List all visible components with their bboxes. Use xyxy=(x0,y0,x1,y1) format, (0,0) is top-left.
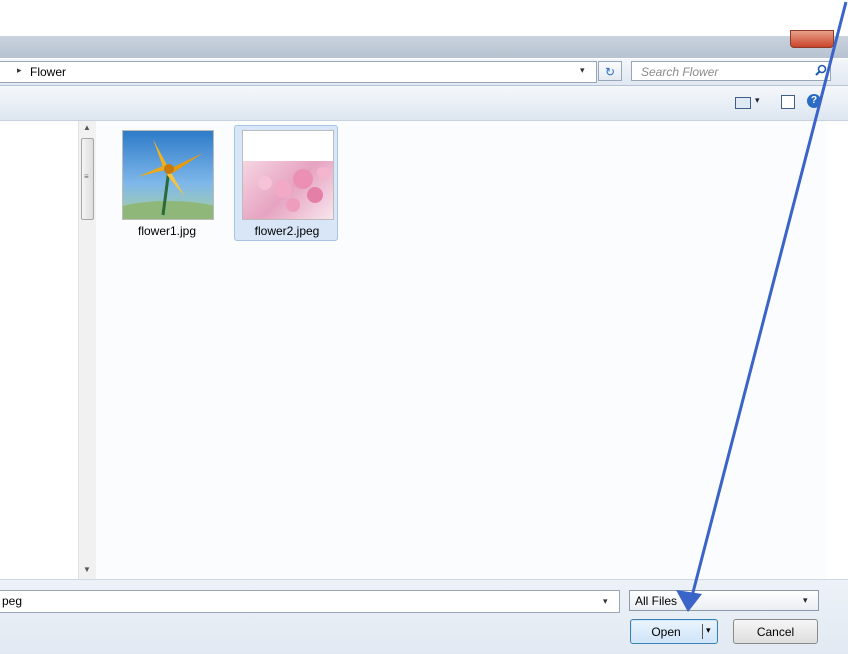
file-item-flower2[interactable]: flower2.jpeg xyxy=(234,125,338,241)
views-icon[interactable] xyxy=(735,97,751,109)
filename-value: peg xyxy=(2,594,23,608)
scroll-thumb[interactable]: ≡ xyxy=(81,138,94,220)
path-dropdown-icon[interactable]: ▾ xyxy=(580,65,585,76)
breadcrumb-arrow-icon[interactable]: ▸ xyxy=(17,65,22,76)
navigation-pane[interactable] xyxy=(0,121,78,579)
address-bar: ▸ Flower ▾ ↻ Search Flower xyxy=(0,59,848,86)
preview-pane-icon[interactable] xyxy=(781,95,795,109)
filename-field[interactable]: peg ▾ xyxy=(0,590,620,613)
scroll-down-icon[interactable]: ▼ xyxy=(83,565,91,574)
window-titlebar xyxy=(0,0,848,58)
file-name: flower1.jpg xyxy=(137,224,197,238)
file-thumbnail xyxy=(122,130,214,220)
filetype-dropdown-icon[interactable]: ▾ xyxy=(803,595,808,606)
cherry-blossom-image xyxy=(243,161,333,219)
open-button[interactable]: Open ▾ xyxy=(630,619,718,644)
magnifier-glyph xyxy=(815,64,827,76)
blossom-shapes xyxy=(258,167,329,212)
file-name: flower2.jpeg xyxy=(254,224,320,238)
search-placeholder: Search Flower xyxy=(641,65,719,79)
navigation-scrollbar[interactable]: ▲ ≡ ▼ xyxy=(78,121,97,579)
dialog-footer: peg ▾ All Files ▾ Open ▾ Cancel xyxy=(0,579,848,654)
breadcrumb[interactable]: ▸ Flower ▾ xyxy=(0,61,597,83)
views-dropdown-icon[interactable]: ▾ xyxy=(755,95,760,106)
breadcrumb-folder-flower[interactable]: Flower xyxy=(30,65,66,79)
dialog-content: ▲ ≡ ▼ flower1.jpg flower2.jpeg xyxy=(0,121,848,579)
open-split-divider xyxy=(702,624,703,639)
pinwheel-flower-image xyxy=(123,139,213,219)
search-input[interactable]: Search Flower xyxy=(631,61,831,81)
file-thumbnail xyxy=(242,130,334,220)
close-button[interactable] xyxy=(790,30,834,48)
open-button-label: Open xyxy=(651,625,681,639)
scroll-up-icon[interactable]: ▲ xyxy=(83,123,91,132)
filetype-value: All Files xyxy=(635,594,678,608)
command-toolbar: ▾ ? xyxy=(0,86,848,121)
refresh-button[interactable]: ↻ xyxy=(598,61,622,81)
filename-dropdown-icon[interactable]: ▾ xyxy=(603,596,608,607)
search-icon[interactable] xyxy=(815,64,827,79)
filetype-select[interactable]: All Files ▾ xyxy=(629,590,819,611)
help-icon[interactable]: ? xyxy=(807,94,821,108)
cancel-button[interactable]: Cancel xyxy=(733,619,818,644)
file-list[interactable]: flower1.jpg flower2.jpeg xyxy=(96,121,826,579)
file-item-flower1[interactable]: flower1.jpg xyxy=(114,125,218,241)
scroll-grip-icon: ≡ xyxy=(84,172,89,181)
open-dropdown-icon[interactable]: ▾ xyxy=(706,625,711,636)
background-window-strip xyxy=(0,36,848,58)
